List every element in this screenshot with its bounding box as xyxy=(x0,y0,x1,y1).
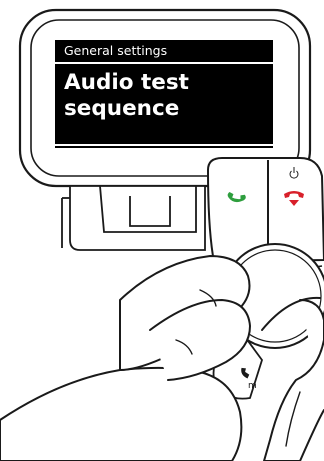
hangup-button[interactable] xyxy=(270,162,322,256)
menu-item-line-2: sequence xyxy=(64,96,180,121)
menu-item-line-1: Audio test xyxy=(64,70,189,95)
header-divider xyxy=(55,62,273,64)
menu-item-selected[interactable]: Audio test sequence xyxy=(64,70,268,122)
call-button[interactable] xyxy=(212,162,266,256)
mount-bracket xyxy=(61,185,206,251)
display-screen: General settings Audio test sequence xyxy=(55,40,273,148)
bottom-divider xyxy=(55,144,273,146)
menu-header: General settings xyxy=(64,43,168,58)
svg-text:m: m xyxy=(248,381,257,391)
